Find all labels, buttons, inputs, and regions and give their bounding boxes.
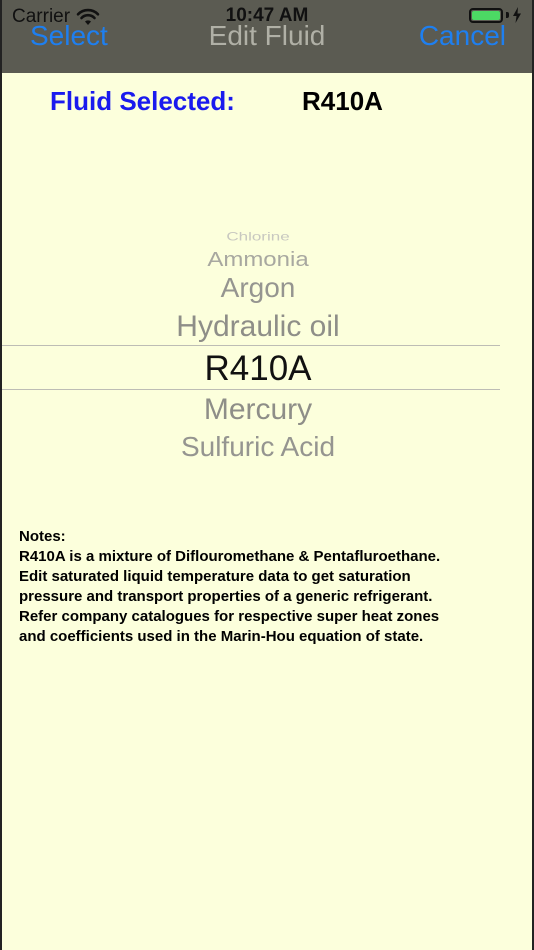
- cancel-button[interactable]: Cancel: [419, 20, 506, 52]
- fluid-selected-value: R410A: [302, 86, 383, 116]
- notes-section: Notes: R410A is a mixture of Diflouromet…: [19, 527, 519, 647]
- fluid-picker[interactable]: Chlorine Ammonia Argon Hydraulic oil R41…: [0, 215, 534, 475]
- picker-item[interactable]: Chlorine: [0, 230, 516, 244]
- battery-tip: [506, 12, 509, 18]
- notes-line: Refer company catalogues for respective …: [19, 608, 440, 625]
- notes-line: Edit saturated liquid temperature data t…: [19, 568, 411, 585]
- picker-item[interactable]: Argon: [0, 272, 516, 304]
- picker-item[interactable]: Hydraulic oil: [0, 310, 516, 344]
- notes-heading: Notes:: [19, 528, 66, 545]
- picker-item[interactable]: Ammonia: [0, 248, 516, 272]
- navigation-bar: Carrier 10:47 AM Select Edit Fluid Cance…: [0, 0, 534, 73]
- fluid-selected-label: Fluid Selected:: [50, 86, 235, 116]
- picker-selection-line-bottom: [0, 389, 500, 390]
- picker-item-selected[interactable]: R410A: [0, 349, 516, 389]
- picker-selection-line-top: [0, 345, 500, 346]
- notes-line: and coefficients used in the Marin-Hou e…: [19, 628, 424, 645]
- notes-line: pressure and transport properties of a g…: [19, 588, 433, 605]
- notes-line: R410A is a mixture of Diflouromethane & …: [19, 548, 441, 565]
- picker-item[interactable]: Sulfuric Acid: [0, 431, 516, 463]
- picker-item[interactable]: Mercury: [0, 393, 516, 427]
- device-frame: [0, 0, 534, 950]
- battery-fill: [472, 10, 500, 20]
